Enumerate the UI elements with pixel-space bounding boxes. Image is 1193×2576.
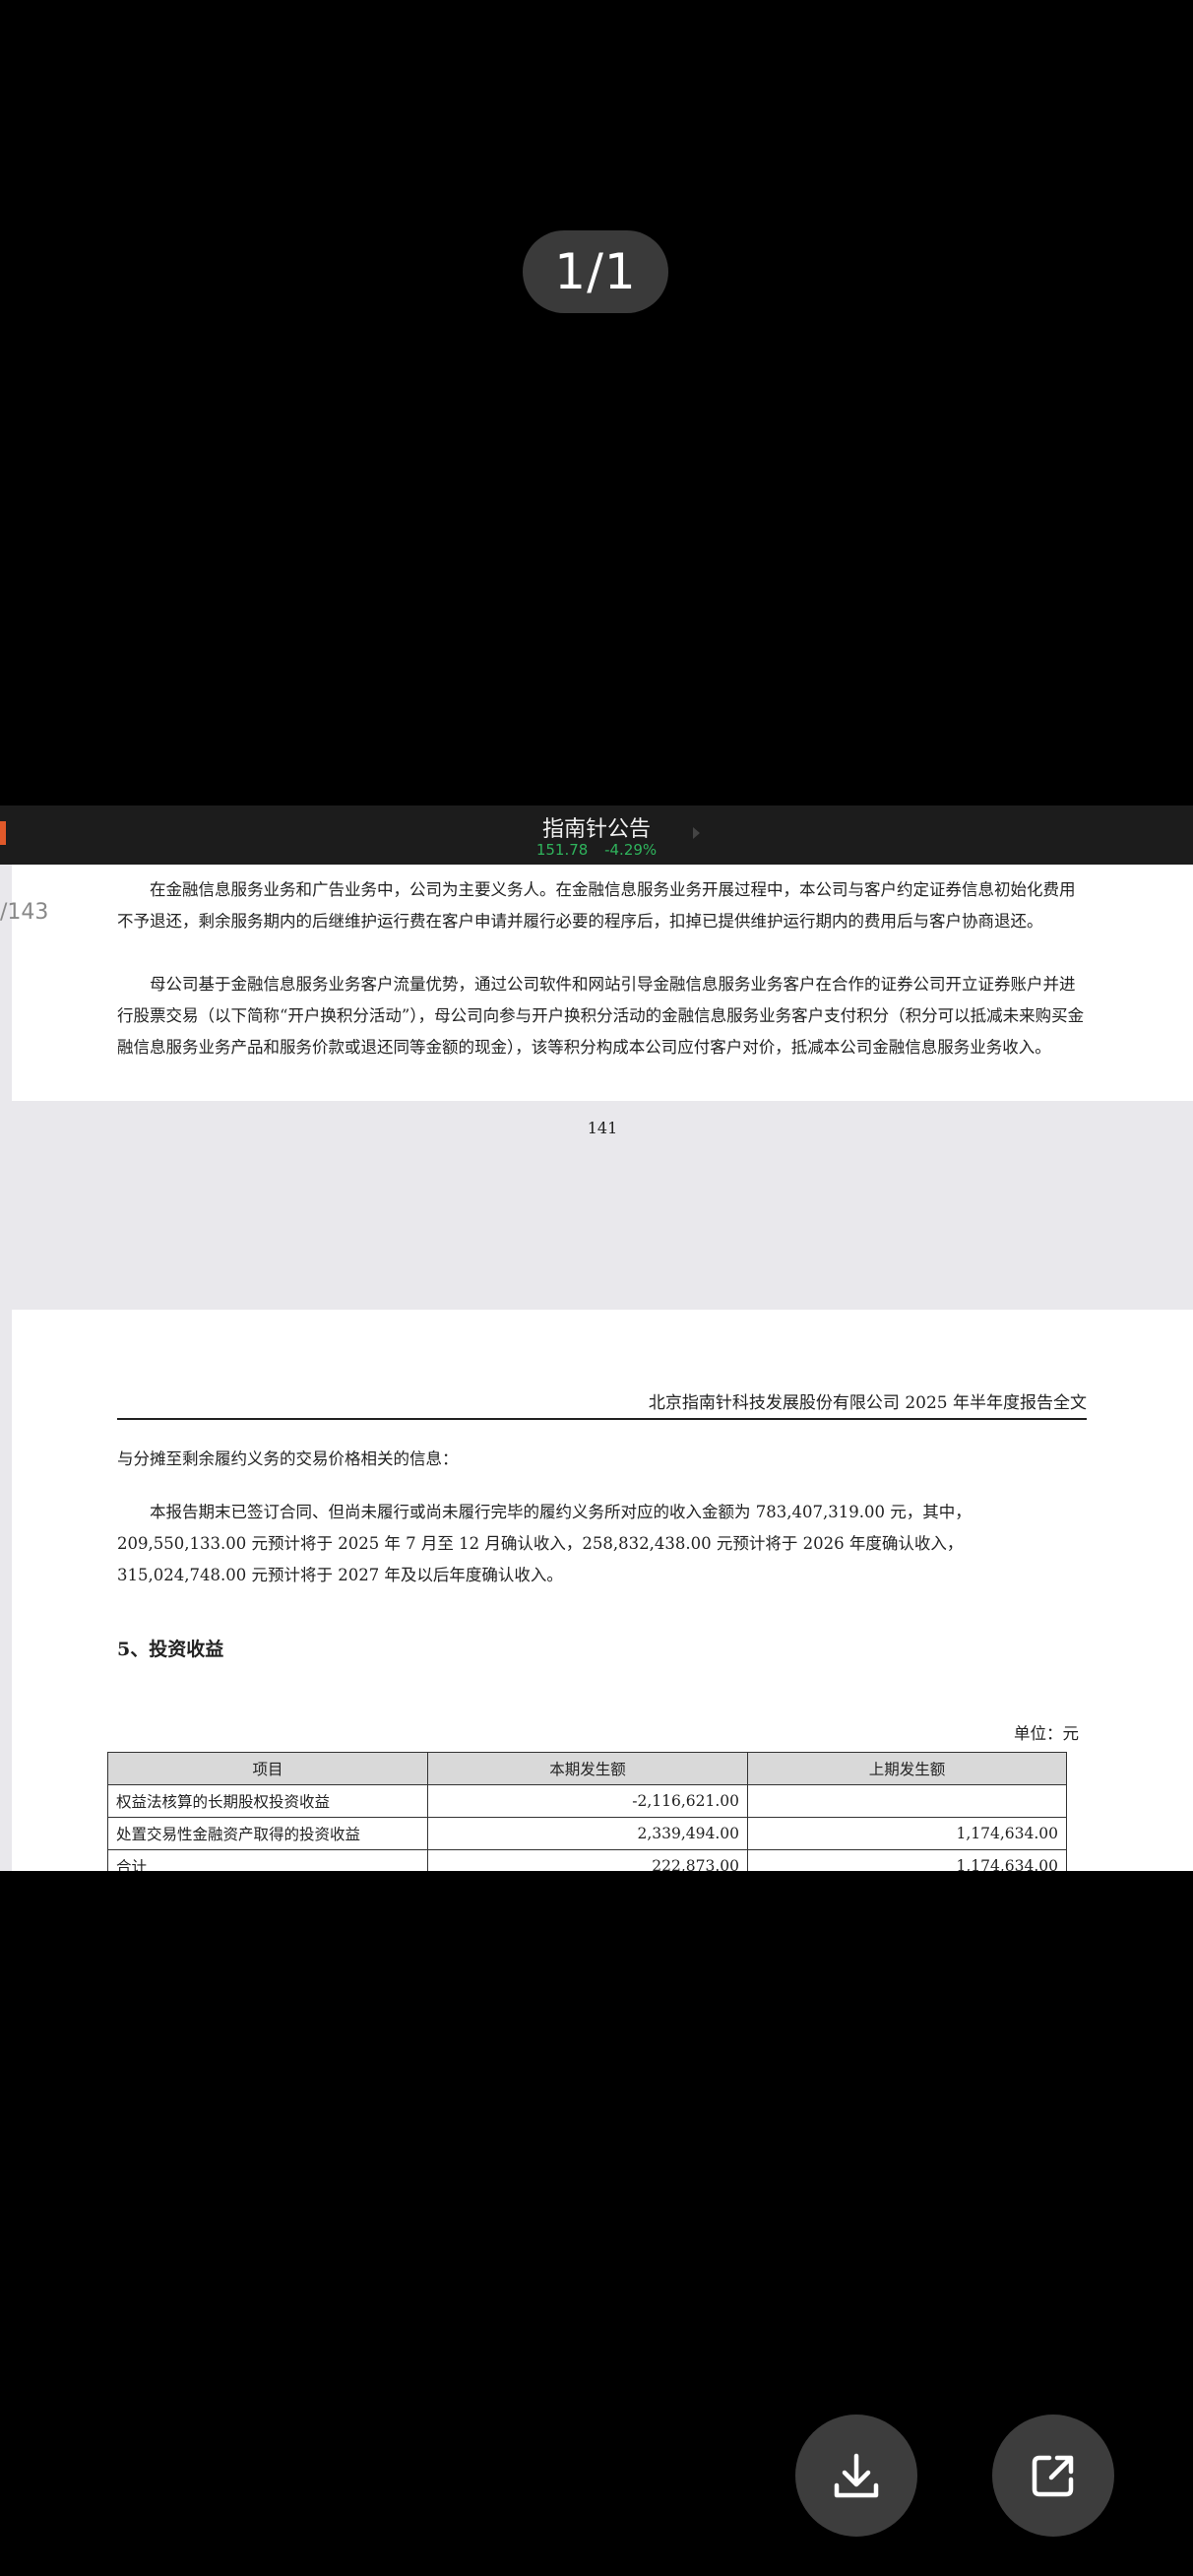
page-number: 141	[587, 1119, 618, 1137]
unit-label: 单位：元	[1014, 1724, 1079, 1743]
chevron-right-icon	[693, 827, 700, 839]
table-row: 权益法核算的长期股权投资收益 -2,116,621.00	[107, 1784, 1067, 1818]
table-cell: 1,174,634.00	[747, 1849, 1067, 1871]
download-icon	[834, 2453, 879, 2498]
intro-text: 与分摊至剩余履约义务的交易价格相关的信息：	[117, 1449, 459, 1468]
document-page: 北京指南针科技发展股份有限公司 2025 年半年度报告全文 与分摊至剩余履约义务…	[12, 1310, 1193, 1871]
stock-quote: 151.78 -4.29%	[0, 841, 1193, 859]
section-heading: 5、投资收益	[117, 1639, 224, 1660]
paragraph: 本报告期末已签订合同、但尚未履行或尚未履行完毕的履约义务所对应的收入金额为 78…	[117, 1503, 972, 1584]
table-row: 处置交易性金融资产取得的投资收益 2,339,494.00 1,174,634.…	[107, 1817, 1067, 1850]
investment-income-table: 项目 本期发生额 上期发生额 权益法核算的长期股权投资收益 -2,116,621…	[107, 1752, 1067, 1871]
column-header: 项目	[107, 1752, 428, 1785]
table-cell: 1,174,634.00	[747, 1817, 1067, 1850]
table-cell: 合计	[107, 1849, 428, 1871]
share-button[interactable]	[992, 2415, 1114, 2537]
paragraph: 在金融信息服务业务和广告业务中，公司为主要义务人。在金融信息服务业务开展过程中，…	[117, 880, 1076, 931]
column-header: 上期发生额	[747, 1752, 1067, 1785]
paragraph: 母公司基于金融信息服务业务客户流量优势，通过公司软件和网站引导金融信息服务业务客…	[117, 975, 1085, 1057]
table-cell: 2,339,494.00	[427, 1817, 748, 1850]
page-indicator: /143	[0, 900, 49, 925]
table-row: 合计 222,873.00 1,174,634.00	[107, 1849, 1067, 1871]
download-button[interactable]	[795, 2415, 917, 2537]
app-header: 指南针公告 151.78 -4.29%	[0, 805, 1193, 865]
screenshot-image: 指南针公告 151.78 -4.29% 在金融信息服务业务和广告业务中，公司为主…	[0, 805, 1193, 1871]
table-header-row: 项目 本期发生额 上期发生额	[107, 1752, 1067, 1785]
table-cell: 权益法核算的长期股权投资收益	[107, 1784, 428, 1818]
share-external-icon	[1032, 2455, 1074, 2497]
app-title: 指南针公告	[541, 817, 651, 842]
image-counter: 1/1	[523, 230, 668, 313]
table-cell: 222,873.00	[427, 1849, 748, 1871]
document-running-header: 北京指南针科技发展股份有限公司 2025 年半年度报告全文	[117, 1388, 1087, 1420]
table-cell: -2,116,621.00	[427, 1784, 748, 1818]
stock-change: -4.29%	[604, 841, 658, 859]
stock-price: 151.78	[535, 841, 589, 859]
document-page: 在金融信息服务业务和广告业务中，公司为主要义务人。在金融信息服务业务开展过程中，…	[12, 865, 1193, 1137]
table-cell	[747, 1784, 1067, 1818]
column-header: 本期发生额	[427, 1752, 748, 1785]
table-cell: 处置交易性金融资产取得的投资收益	[107, 1817, 428, 1850]
